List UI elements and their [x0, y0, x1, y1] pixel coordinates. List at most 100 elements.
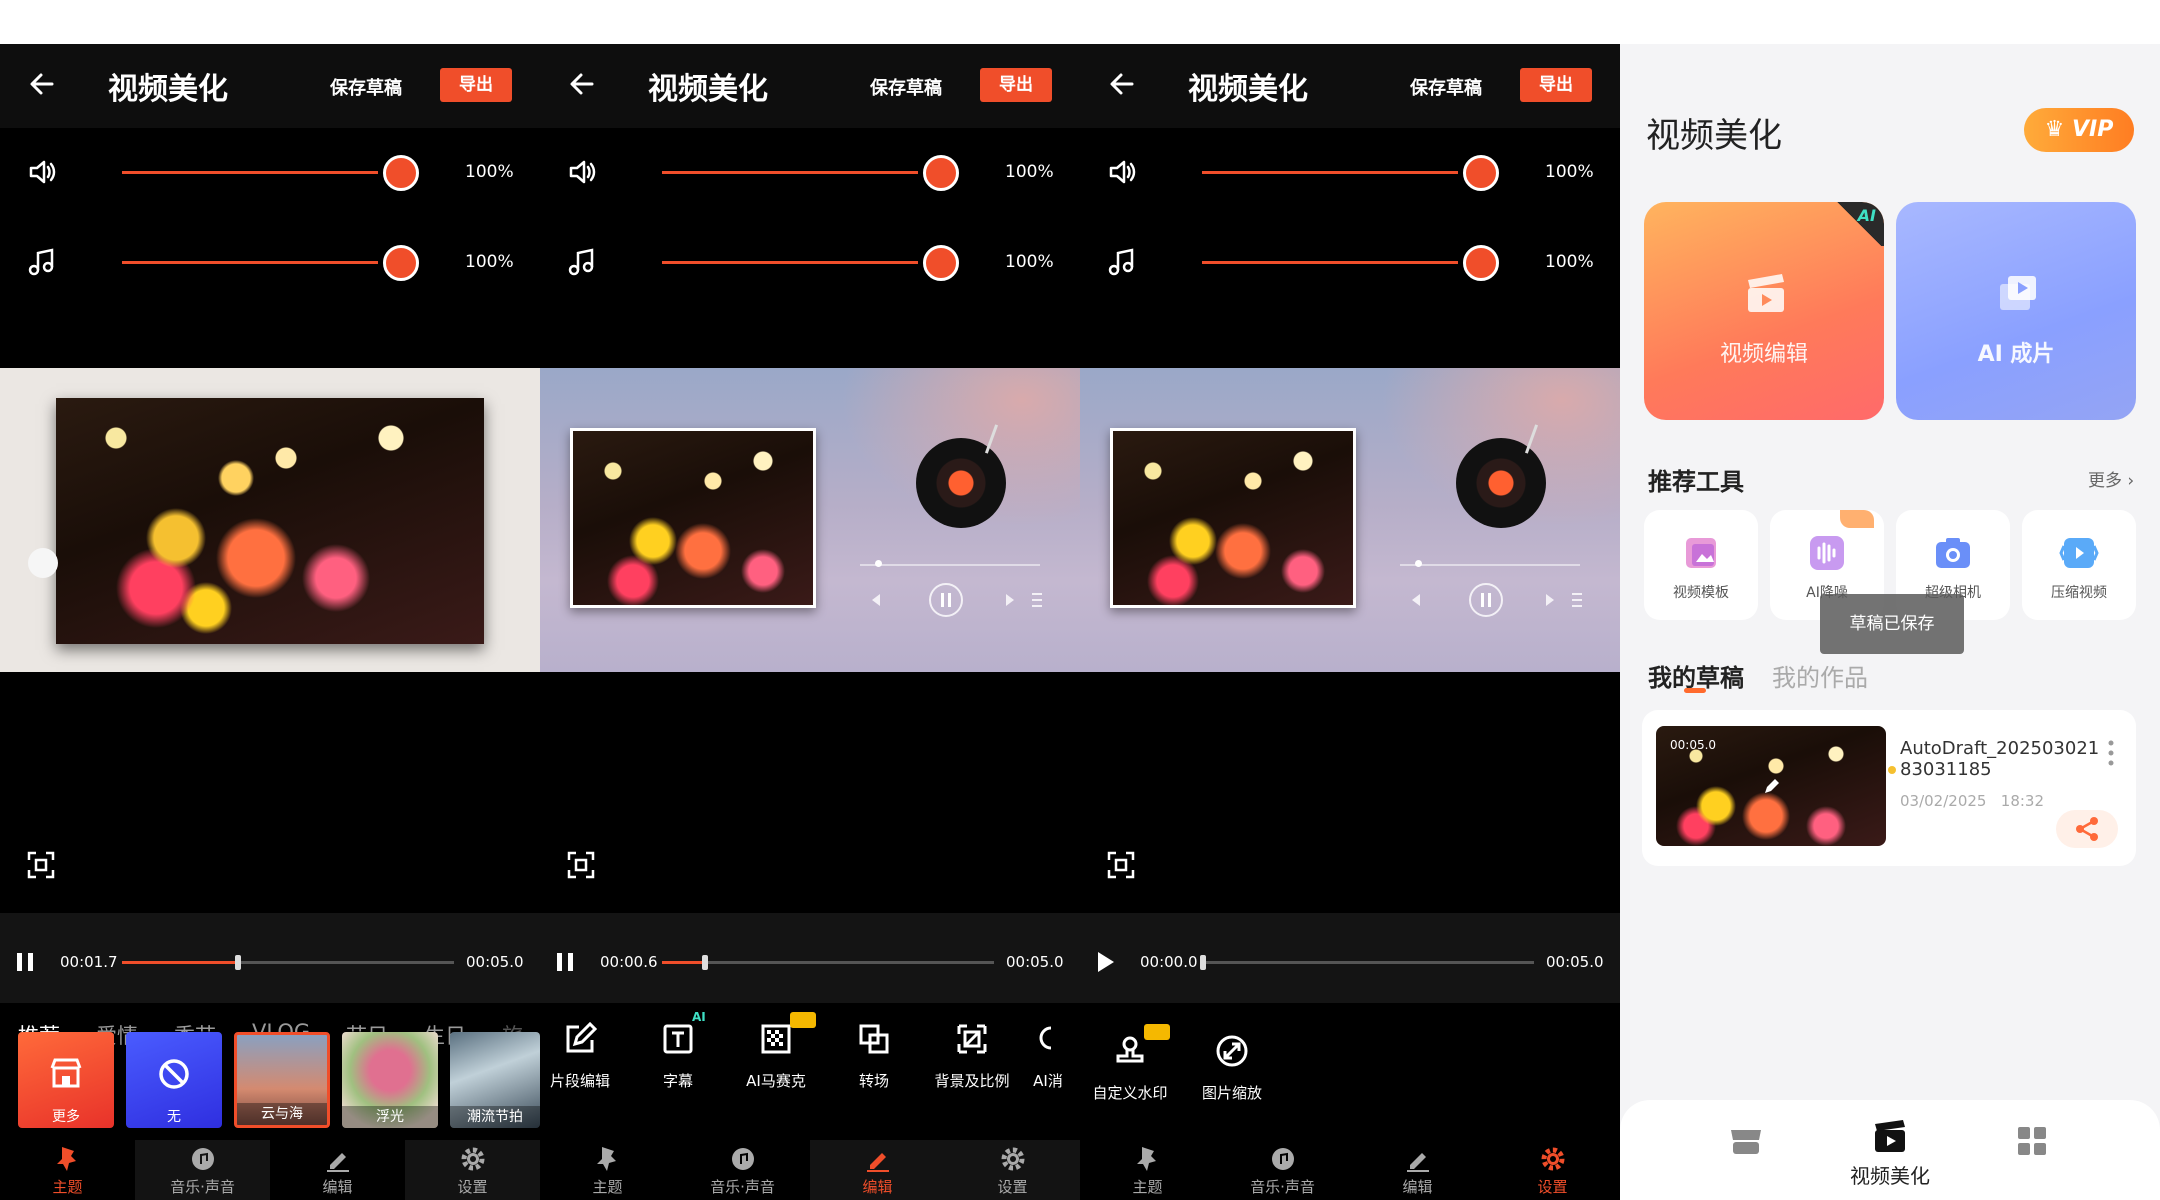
tool-background-ratio[interactable]: 背景及比例: [922, 1022, 1022, 1091]
export-button[interactable]: 导出: [440, 68, 512, 102]
theme-label: 浮光: [342, 1106, 438, 1128]
tool-label: 图片缩放: [1201, 1084, 1262, 1102]
pause-icon[interactable]: [14, 949, 36, 975]
video-edit-card[interactable]: AI 视频编辑: [1644, 202, 1884, 420]
recommended-tools-title: 推荐工具: [1648, 468, 1744, 496]
editor-panel-settings: 视频美化 保存草稿 导出 100% 100% 00:00.0 00:05.0 自…: [1080, 44, 1620, 1200]
draft-thumbnail[interactable]: 00:05.0: [1656, 726, 1886, 846]
zoom-icon: [1216, 1035, 1248, 1067]
draft-date-day: 03/02/2025: [1900, 792, 1987, 810]
ai-film-card[interactable]: AI 成片: [1896, 202, 2136, 420]
video-frame: [1110, 428, 1356, 608]
draft-saved-toast: 草稿已保存: [1820, 594, 1964, 654]
progress-track[interactable]: [662, 955, 994, 970]
store-icon: [1731, 1130, 1761, 1154]
video-preview[interactable]: [0, 368, 540, 672]
music-volume-knob[interactable]: [923, 245, 959, 281]
music-volume-knob[interactable]: [1463, 245, 1499, 281]
save-draft-button[interactable]: 保存草稿: [330, 74, 402, 100]
original-volume-value: 100%: [1005, 162, 1054, 182]
video-preview[interactable]: [1080, 368, 1620, 672]
nav-theme[interactable]: 主题: [0, 1140, 135, 1200]
bottom-nav-store[interactable]: [1686, 1122, 1806, 1160]
original-volume-knob[interactable]: [923, 155, 959, 191]
draft-card[interactable]: 00:05.0 AutoDraft_20250302183031185 03/0…: [1642, 710, 2136, 866]
current-time: 00:01.7: [60, 953, 118, 971]
progress-thumb[interactable]: [1200, 955, 1206, 970]
back-arrow-icon[interactable]: [566, 68, 598, 100]
vip-button[interactable]: ♛ VIP: [2024, 108, 2134, 152]
nav-music[interactable]: 音乐·声音: [675, 1140, 810, 1200]
export-button[interactable]: 导出: [1520, 68, 1592, 102]
tool-video-template[interactable]: 视频模板: [1644, 510, 1758, 620]
theme-item-cloud-sea[interactable]: 云与海: [234, 1032, 330, 1128]
gear-icon: [1001, 1147, 1024, 1171]
nav-edit[interactable]: 编辑: [810, 1140, 945, 1200]
music-volume-slider[interactable]: [122, 261, 378, 264]
nav-edit[interactable]: 编辑: [270, 1140, 405, 1200]
original-volume-slider[interactable]: [1202, 171, 1458, 174]
ai-corner-label: AI: [1857, 206, 1876, 225]
crown-badge-icon: [1144, 1024, 1170, 1040]
draft-duration: 00:05.0: [1670, 738, 1717, 752]
nav-label: 主题: [592, 1178, 623, 1196]
save-draft-button[interactable]: 保存草稿: [870, 74, 942, 100]
original-volume-knob[interactable]: [383, 155, 419, 191]
back-arrow-icon[interactable]: [26, 68, 58, 100]
fullscreen-icon[interactable]: [566, 850, 596, 880]
current-time: 00:00.6: [600, 953, 658, 971]
music-volume-slider[interactable]: [662, 261, 918, 264]
nav-settings[interactable]: 设置: [1485, 1140, 1620, 1200]
tool-image-zoom[interactable]: 图片缩放: [1182, 1034, 1282, 1103]
more-label: 更多: [2088, 471, 2122, 491]
pause-icon[interactable]: [554, 949, 576, 975]
save-draft-button[interactable]: 保存草稿: [1410, 74, 1482, 100]
nav-theme[interactable]: 主题: [540, 1140, 675, 1200]
more-link[interactable]: 更多 ›: [2088, 466, 2134, 491]
nav-theme[interactable]: 主题: [1080, 1140, 1215, 1200]
fullscreen-icon[interactable]: [1106, 850, 1136, 880]
video-preview[interactable]: [540, 368, 1080, 672]
original-volume-slider[interactable]: [662, 171, 918, 174]
progress-track[interactable]: [122, 955, 454, 970]
original-volume-slider[interactable]: [122, 171, 378, 174]
nav-music[interactable]: 音乐·声音: [1215, 1140, 1350, 1200]
theme-label: 无: [167, 1109, 181, 1125]
page-title: 视频美化: [648, 72, 768, 107]
tool-subtitle[interactable]: 字幕 AI: [628, 1010, 728, 1091]
nav-label: 设置: [997, 1178, 1028, 1196]
theme-item-more[interactable]: 更多: [18, 1032, 114, 1128]
original-volume-knob[interactable]: [1463, 155, 1499, 191]
drag-handle[interactable]: [28, 548, 58, 578]
play-icon[interactable]: [1094, 949, 1116, 975]
music-volume-knob[interactable]: [383, 245, 419, 281]
export-button[interactable]: 导出: [980, 68, 1052, 102]
more-options-icon[interactable]: [2108, 740, 2114, 766]
editor-header: 视频美化 保存草稿 导出: [0, 44, 540, 128]
music-volume-slider[interactable]: [1202, 261, 1458, 264]
tool-label: 片段编辑: [549, 1072, 610, 1090]
progress-thumb[interactable]: [701, 955, 708, 970]
progress-track[interactable]: [1200, 955, 1534, 970]
tool-compress-video[interactable]: 压缩视频: [2022, 510, 2136, 620]
tool-transition[interactable]: 转场: [824, 1022, 924, 1091]
tool-ai-eraser[interactable]: AI消: [1016, 1022, 1080, 1091]
nav-settings[interactable]: 设置: [405, 1140, 540, 1200]
theme-item-none[interactable]: 无: [126, 1032, 222, 1128]
theme-item-trend-beat[interactable]: 潮流节拍: [450, 1032, 540, 1128]
tool-clip-edit[interactable]: 片段编辑: [540, 1022, 630, 1091]
progress-thumb[interactable]: [234, 955, 241, 970]
share-button[interactable]: [2056, 810, 2118, 848]
bottom-nav-video-beautify[interactable]: 视频美化: [1830, 1118, 1950, 1189]
tab-my-works[interactable]: 我的作品: [1772, 658, 1868, 693]
tool-ai-mosaic[interactable]: AI马赛克: [726, 1012, 826, 1091]
nav-music[interactable]: 音乐·声音: [135, 1140, 270, 1200]
bottom-nav-apps[interactable]: [1972, 1122, 2092, 1160]
theme-item-floating-light[interactable]: 浮光: [342, 1032, 438, 1128]
back-arrow-icon[interactable]: [1106, 68, 1138, 100]
nav-edit[interactable]: 编辑: [1350, 1140, 1485, 1200]
nav-settings[interactable]: 设置: [945, 1140, 1080, 1200]
tool-custom-watermark[interactable]: 自定义水印: [1080, 1024, 1180, 1103]
home-panel: 视频美化 ♛ VIP AI 视频编辑 AI 成片 推荐工具 更多 › 视频模板 …: [1620, 44, 2160, 1200]
fullscreen-icon[interactable]: [26, 850, 56, 880]
